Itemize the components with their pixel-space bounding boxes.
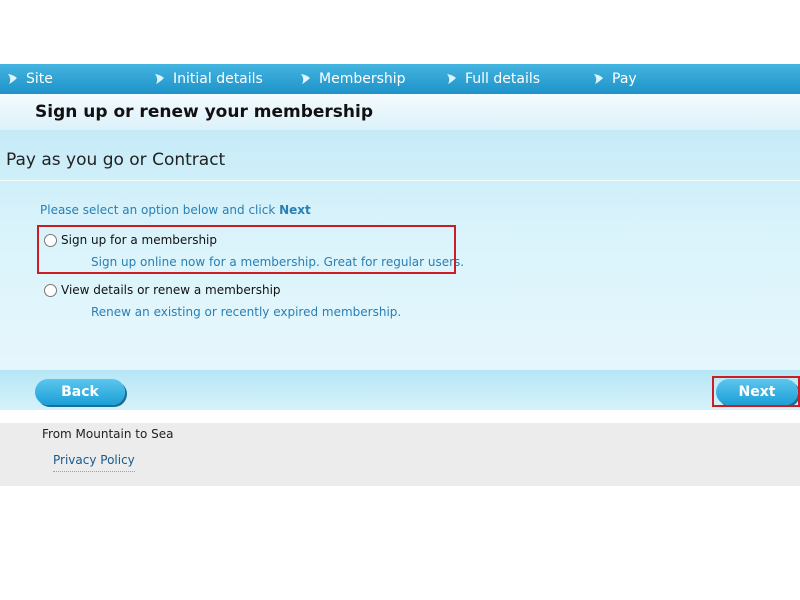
arrow-icon <box>592 72 606 86</box>
nav-item-label: Site <box>26 71 53 87</box>
instruction-bold: Next <box>279 203 311 217</box>
footer-tagline: From Mountain to Sea <box>42 427 174 441</box>
next-highlight <box>712 376 800 407</box>
site-footer: From Mountain to Sea Privacy Policy <box>0 423 800 486</box>
section-title: Pay as you go or Contract <box>6 150 226 170</box>
back-button[interactable]: Back <box>35 379 125 405</box>
nav-item-full-details[interactable]: Full details <box>445 64 540 94</box>
nav-item-site[interactable]: Site <box>6 64 53 94</box>
arrow-icon <box>445 72 459 86</box>
selection-highlight <box>37 225 456 274</box>
divider <box>0 180 800 181</box>
arrow-icon <box>6 72 20 86</box>
nav-item-membership[interactable]: Membership <box>299 64 406 94</box>
arrow-icon <box>299 72 313 86</box>
main-content: Pay as you go or Contract Please select … <box>0 130 800 370</box>
step-navigation: Site Initial details Membership Full det… <box>0 64 800 94</box>
privacy-policy-link[interactable]: Privacy Policy <box>53 453 135 472</box>
page-title: Sign up or renew your membership <box>35 102 374 122</box>
nav-item-label: Full details <box>465 71 541 87</box>
option-renew[interactable]: View details or renew a membership <box>44 283 281 297</box>
option-label: View details or renew a membership <box>61 283 281 297</box>
nav-item-label: Membership <box>319 71 406 87</box>
renew-radio[interactable] <box>44 283 57 297</box>
instruction-text: Please select an option below and click … <box>40 203 311 217</box>
nav-item-pay[interactable]: Pay <box>592 64 637 94</box>
instruction-prefix: Please select an option below and click <box>40 203 280 217</box>
arrow-icon <box>153 72 167 86</box>
nav-item-label: Pay <box>612 71 637 87</box>
option-description: Renew an existing or recently expired me… <box>91 305 402 319</box>
page-header: Sign up or renew your membership <box>0 94 800 130</box>
nav-item-initial-details[interactable]: Initial details <box>153 64 263 94</box>
nav-item-label: Initial details <box>173 71 263 87</box>
